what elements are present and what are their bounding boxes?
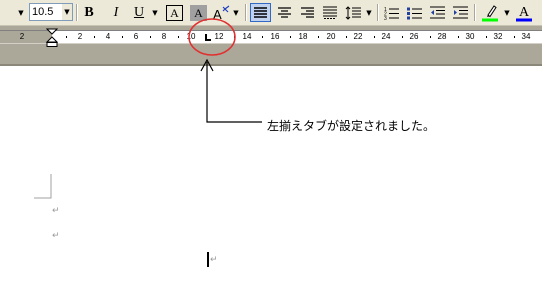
annotation-overlay	[188, 18, 262, 123]
text-cursor	[207, 252, 209, 267]
highlight-circle	[188, 18, 236, 56]
annotation-leader-line	[206, 62, 262, 123]
paragraph-mark: ↵	[52, 231, 60, 241]
paragraph-mark: ↵	[52, 206, 60, 216]
margin-corner-mark	[34, 174, 52, 199]
annotation-text: 左揃えタブが設定されました。	[267, 119, 436, 133]
paragraph-mark: ↵	[210, 255, 218, 265]
